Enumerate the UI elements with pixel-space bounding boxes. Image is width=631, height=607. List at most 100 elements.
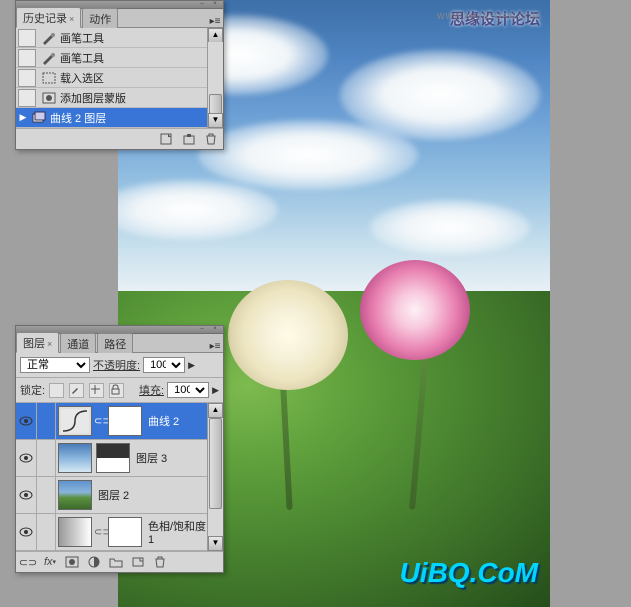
layer-style-icon[interactable]: fx▾ [42, 555, 58, 569]
history-scrollbar[interactable]: ▲ ▼ [207, 28, 223, 128]
layer-thumbnail[interactable] [58, 443, 92, 473]
link-cell[interactable] [37, 514, 56, 550]
opacity-input[interactable]: 100% [143, 357, 185, 373]
history-label: 画笔工具 [60, 50, 221, 66]
layer-name[interactable]: 图层 3 [136, 450, 207, 466]
layers-scrollbar[interactable]: ▲ ▼ [207, 403, 223, 551]
lock-transparency-icon[interactable] [49, 383, 64, 398]
history-label: 曲线 2 图层 [50, 110, 221, 126]
visibility-toggle[interactable] [16, 514, 37, 550]
link-cell[interactable] [37, 403, 56, 439]
tab-label: 图层 [23, 338, 45, 350]
adjustment-layer-icon[interactable] [86, 555, 102, 569]
history-item[interactable]: 载入选区 [16, 68, 223, 88]
new-layer-icon[interactable] [130, 555, 146, 569]
new-group-icon[interactable] [108, 555, 124, 569]
cloud [370, 200, 530, 255]
history-item[interactable]: 画笔工具 [16, 28, 223, 48]
fill-input[interactable]: 100% [167, 382, 209, 398]
tab-history[interactable]: 历史记录× [16, 7, 81, 28]
link-cell[interactable] [37, 477, 56, 513]
tab-actions[interactable]: 动作 [82, 8, 118, 28]
history-label: 载入选区 [60, 70, 221, 86]
close-icon[interactable]: × [210, 326, 220, 332]
minimize-icon[interactable]: – [197, 326, 207, 332]
link-cell[interactable] [37, 440, 56, 476]
minimize-icon[interactable]: – [197, 1, 207, 7]
close-icon[interactable]: × [210, 1, 220, 7]
layer-thumbnail[interactable] [58, 517, 92, 547]
create-document-icon[interactable] [159, 132, 175, 146]
panel-menu-icon[interactable]: ▸≡ [207, 341, 223, 352]
fill-flyout-icon[interactable]: ▶ [212, 385, 219, 396]
layer-thumbnail[interactable] [58, 480, 92, 510]
history-item[interactable]: 添加图层蒙版 [16, 88, 223, 108]
layers-tabs: 图层× 通道 路径 ▸≡ [16, 334, 223, 353]
scroll-up-icon[interactable]: ▲ [208, 28, 223, 43]
lock-position-icon[interactable] [89, 383, 104, 398]
blend-mode-select[interactable]: 正常 [20, 357, 90, 373]
layer-row[interactable]: 图层 3 [16, 440, 207, 477]
scroll-down-icon[interactable]: ▼ [208, 113, 223, 128]
lock-all-icon[interactable] [109, 383, 124, 398]
scroll-thumb[interactable] [209, 418, 222, 509]
layer-row[interactable]: 图层 2 [16, 477, 207, 514]
mask-link-icon[interactable]: ⊂⊃ [94, 527, 106, 538]
tab-paths[interactable]: 路径 [97, 333, 133, 353]
layer-name[interactable]: 曲线 2 [148, 413, 207, 429]
history-snapshot-cell[interactable] [18, 29, 36, 47]
tab-channels[interactable]: 通道 [60, 333, 96, 353]
mask-icon [41, 91, 57, 105]
lock-label: 锁定: [20, 382, 45, 398]
visibility-toggle[interactable] [16, 403, 37, 439]
tab-label: 路径 [104, 339, 126, 351]
history-list: 画笔工具 画笔工具 载入选区 添加图层蒙版 ▶ 曲线 2 图层 [16, 28, 223, 128]
layer-mask-thumbnail[interactable] [108, 517, 142, 547]
scroll-thumb[interactable] [209, 94, 222, 114]
scroll-down-icon[interactable]: ▼ [208, 536, 223, 551]
history-footer [16, 128, 223, 149]
watermark-url: WWW.MISSYUAN.COM [437, 12, 540, 21]
new-snapshot-icon[interactable] [181, 132, 197, 146]
tab-layers[interactable]: 图层× [16, 332, 59, 353]
cloud [198, 120, 418, 190]
delete-icon[interactable] [203, 132, 219, 146]
fill-label[interactable]: 填充: [139, 382, 164, 398]
pink-lotus [360, 260, 470, 360]
history-snapshot-cell[interactable] [18, 89, 36, 107]
layer-thumbnail[interactable] [58, 406, 92, 436]
layer-mask-thumbnail[interactable] [108, 406, 142, 436]
history-item[interactable]: ▶ 曲线 2 图层 [16, 108, 223, 128]
visibility-toggle[interactable] [16, 440, 37, 476]
link-layers-icon[interactable]: ⊂⊃ [20, 555, 36, 569]
tab-label: 动作 [89, 14, 111, 26]
blend-row: 正常 不透明度: 100% ▶ [16, 353, 223, 378]
layer-mask-thumbnail[interactable] [96, 443, 130, 473]
layer-list: ⊂⊃ 曲线 2 图层 3 图层 2 ⊂⊃ 色相/饱和度 1 [16, 403, 207, 551]
lock-pixels-icon[interactable] [69, 383, 84, 398]
scroll-track[interactable] [208, 42, 223, 114]
tab-close-icon[interactable]: × [47, 339, 52, 349]
opacity-label[interactable]: 不透明度: [93, 357, 140, 373]
scroll-track[interactable] [208, 418, 223, 536]
layers-footer: ⊂⊃ fx▾ [16, 551, 223, 572]
tab-close-icon[interactable]: × [69, 14, 74, 24]
layer-name[interactable]: 色相/饱和度 1 [148, 518, 207, 546]
brush-icon [41, 51, 57, 65]
layer-row[interactable]: ⊂⊃ 色相/饱和度 1 [16, 514, 207, 551]
tab-label: 历史记录 [23, 13, 67, 25]
mask-link-icon[interactable]: ⊂⊃ [94, 416, 106, 427]
panel-menu-icon[interactable]: ▸≡ [207, 16, 223, 27]
history-label: 画笔工具 [60, 30, 221, 46]
history-snapshot-cell[interactable] [18, 49, 36, 67]
layer-row[interactable]: ⊂⊃ 曲线 2 [16, 403, 207, 440]
visibility-toggle[interactable] [16, 477, 37, 513]
opacity-flyout-icon[interactable]: ▶ [188, 360, 195, 371]
history-snapshot-cell[interactable] [18, 69, 36, 87]
add-mask-icon[interactable] [64, 555, 80, 569]
scroll-up-icon[interactable]: ▲ [208, 403, 223, 418]
layers-panel: – × 图层× 通道 路径 ▸≡ 正常 不透明度: 100% ▶ 锁定: 填充:… [15, 325, 224, 573]
delete-layer-icon[interactable] [152, 555, 168, 569]
history-item[interactable]: 画笔工具 [16, 48, 223, 68]
layer-name[interactable]: 图层 2 [98, 487, 207, 503]
